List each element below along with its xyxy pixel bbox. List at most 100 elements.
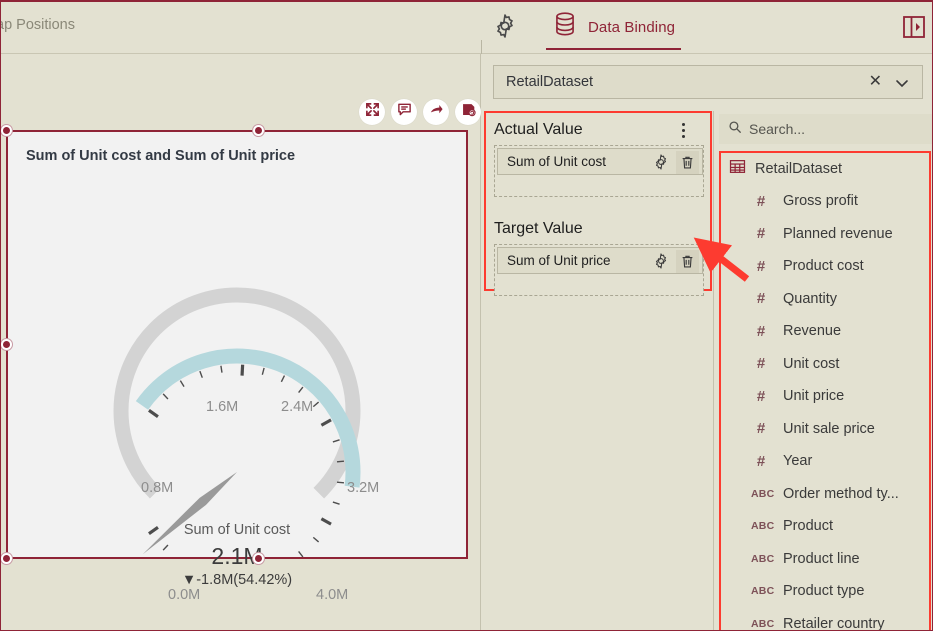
text-field-icon: ABC	[751, 487, 775, 500]
share-button[interactable]	[423, 99, 449, 125]
gear-icon[interactable]	[652, 252, 670, 275]
tree-root-retaildataset[interactable]: RetailDataset	[721, 153, 929, 185]
gauge-tick-label: 1.6M	[206, 399, 239, 415]
text-field-icon: ABC	[751, 585, 775, 598]
numeric-field-icon: #	[756, 420, 766, 438]
maximize-button[interactable]	[359, 99, 385, 125]
gear-icon[interactable]	[652, 153, 670, 176]
field-name: Product type	[783, 583, 865, 600]
field-list-pane: Search... RetailDataset # Gross profit #…	[713, 111, 932, 630]
tab-data-binding-label: Data Binding	[588, 18, 676, 36]
field-row[interactable]: ABC Order method ty...	[721, 478, 929, 511]
comment-button[interactable]	[391, 99, 417, 125]
field-name: Revenue	[783, 323, 842, 340]
close-icon[interactable]: ✕	[869, 74, 882, 90]
report-canvas[interactable]: Sum of Unit cost and Sum of Unit price 0…	[1, 54, 481, 630]
gauge-tick-label: 4.0M	[316, 587, 349, 603]
more-options-icon[interactable]	[682, 123, 685, 138]
field-row[interactable]: ABC Product	[721, 510, 929, 543]
field-row[interactable]: # Planned revenue	[721, 218, 929, 251]
dataset-name: RetailDataset	[506, 74, 594, 90]
header-left-title: ap Positions	[0, 17, 75, 33]
field-name: Year	[783, 453, 813, 470]
search-icon	[728, 120, 742, 139]
widget-toolbar	[359, 99, 481, 125]
tree-root-label: RetailDataset	[755, 161, 843, 177]
comment-icon	[397, 102, 412, 122]
target-value-field-label: Sum of Unit price	[507, 253, 611, 268]
field-name: Product	[783, 518, 833, 535]
field-tree: RetailDataset # Gross profit # Planned reve…	[719, 151, 931, 630]
tab-data-binding[interactable]: Data Binding	[546, 6, 682, 50]
chevron-down-icon[interactable]	[719, 162, 721, 181]
text-field-icon: ABC	[751, 520, 775, 533]
gauge-widget[interactable]: Sum of Unit cost and Sum of Unit price 0…	[6, 130, 468, 603]
numeric-field-icon: #	[756, 225, 766, 243]
numeric-field-icon: #	[756, 290, 766, 308]
field-row[interactable]: # Unit price	[721, 380, 929, 413]
application-window: ap Positions Data Binding Sum of Unit co…	[0, 0, 933, 631]
field-name: Quantity	[783, 290, 837, 307]
numeric-field-icon: #	[756, 192, 766, 210]
field-row[interactable]: # Unit cost	[721, 348, 929, 381]
gear-icon	[491, 12, 519, 45]
panel-collapse-icon	[902, 16, 926, 44]
gauge-svg	[113, 287, 361, 580]
gauge-tick-label: 3.2M	[347, 480, 380, 496]
target-value-field-pill[interactable]: Sum of Unit price	[497, 247, 703, 274]
search-input[interactable]: Search...	[719, 114, 932, 144]
field-row[interactable]: ABC Product line	[721, 543, 929, 576]
settings-gear-button[interactable]	[488, 11, 522, 45]
expand-icon	[365, 102, 380, 122]
target-value-label: Target Value	[494, 220, 583, 237]
database-icon	[552, 11, 578, 44]
field-rows-container: # Gross profit # Planned revenue # Product co…	[721, 185, 929, 630]
resize-handle-bottom-center[interactable]	[253, 553, 264, 564]
resize-handle-top-left[interactable]	[1, 125, 12, 136]
text-field-icon: ABC	[751, 617, 775, 630]
numeric-field-icon: #	[756, 452, 766, 470]
panel-collapse-button[interactable]	[902, 14, 926, 40]
numeric-field-icon: #	[756, 355, 766, 373]
gauge-delta-label: ▼-1.8M(54.42%)	[181, 572, 293, 588]
chevron-down-icon[interactable]	[894, 75, 910, 96]
field-name: Gross profit	[783, 193, 858, 210]
numeric-field-icon: #	[756, 257, 766, 275]
field-row[interactable]: # Unit sale price	[721, 413, 929, 446]
search-placeholder: Search...	[749, 121, 806, 137]
field-row[interactable]: # Year	[721, 445, 929, 478]
field-row[interactable]: ABC Retailer country	[721, 608, 929, 630]
field-row[interactable]: ABC Product type	[721, 575, 929, 608]
widget-title: Sum of Unit cost and Sum of Unit price	[26, 148, 296, 164]
resize-handle-top-center[interactable]	[253, 125, 264, 136]
top-header-bar: ap Positions Data Binding	[0, 2, 932, 54]
gauge-tick-label: 0.8M	[141, 480, 174, 496]
field-row[interactable]: # Product cost	[721, 250, 929, 283]
text-field-icon: ABC	[751, 552, 775, 565]
table-icon	[729, 158, 746, 180]
field-name: Unit cost	[783, 355, 840, 372]
field-name: Product cost	[783, 258, 864, 275]
resize-handle-middle-left[interactable]	[1, 339, 12, 350]
save-icon	[461, 102, 476, 122]
actual-value-field-pill[interactable]: Sum of Unit cost	[497, 148, 703, 175]
field-row[interactable]: # Gross profit	[721, 185, 929, 218]
trash-icon[interactable]	[676, 151, 699, 174]
dataset-selector[interactable]: RetailDataset ✕	[493, 65, 923, 99]
share-arrow-icon	[429, 102, 444, 122]
field-row[interactable]: # Revenue	[721, 315, 929, 348]
save-button[interactable]	[455, 99, 481, 125]
field-name: Order method ty...	[783, 485, 899, 502]
field-row[interactable]: # Quantity	[721, 283, 929, 316]
resize-handle-bottom-left[interactable]	[1, 553, 12, 564]
field-name: Product line	[783, 550, 860, 567]
header-divider	[481, 40, 482, 54]
gauge-chart: 0.0M 0.8M 1.6M 2.4M 3.2M 4.0M Sum of Uni…	[8, 177, 466, 603]
gauge-center-value: 2.1M	[211, 543, 263, 569]
data-binding-panel: RetailDataset ✕ Actual Value Sum of Unit…	[482, 54, 932, 630]
actual-value-dropzone[interactable]: Sum of Unit cost	[494, 145, 704, 197]
gauge-center-caption: Sum of Unit cost	[183, 522, 291, 538]
field-name: Unit price	[783, 388, 845, 405]
trash-icon[interactable]	[676, 250, 699, 273]
target-value-dropzone[interactable]: Sum of Unit price	[494, 244, 704, 296]
